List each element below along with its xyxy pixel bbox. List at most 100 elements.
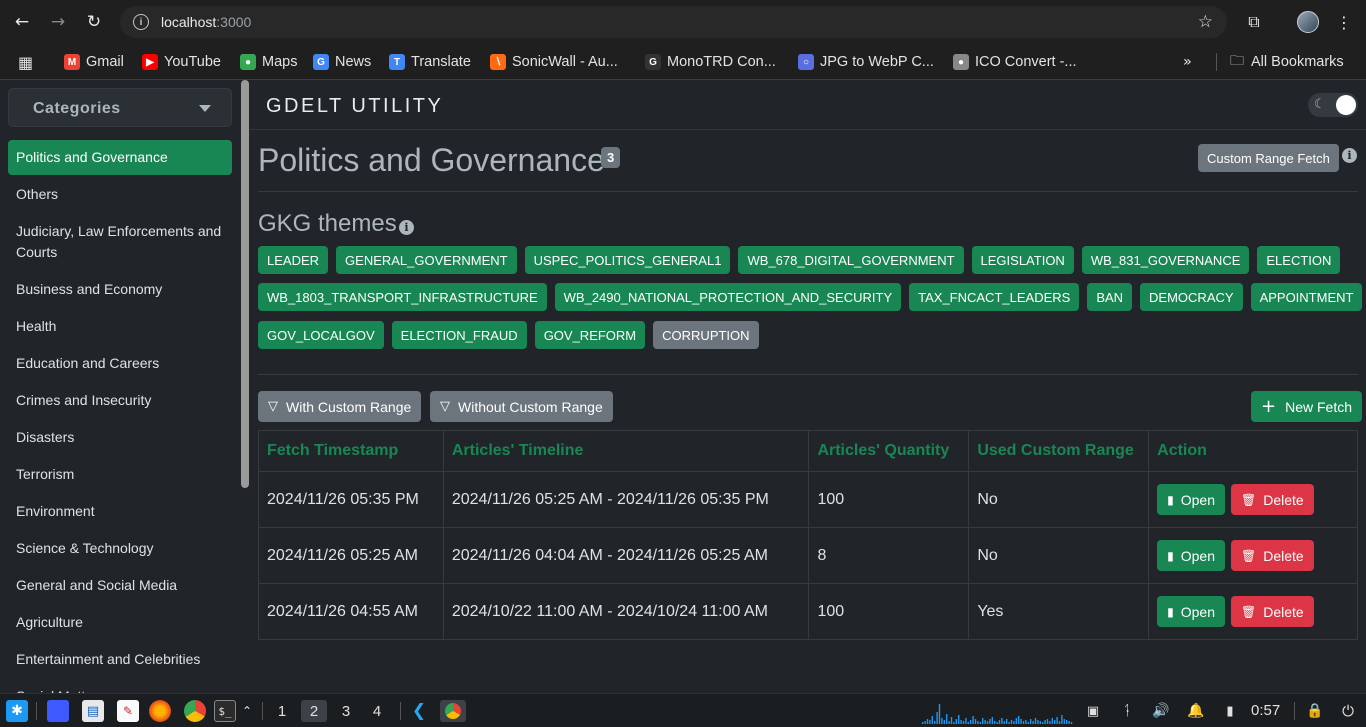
theme-badge[interactable]: TAX_FNCACT_LEADERS bbox=[909, 283, 1080, 311]
bookmark-jpg-webp[interactable]: ○ JPG to WebP C... bbox=[798, 50, 934, 74]
sidebar-item-judiciary-law-enforcements-and-courts[interactable]: Judiciary, Law Enforcements and Courts bbox=[8, 214, 232, 270]
chrome-active-window[interactable] bbox=[440, 700, 466, 722]
theme-badge[interactable]: WB_831_GOVERNANCE bbox=[1081, 246, 1250, 274]
custom-range-fetch-button[interactable]: Custom Range Fetch bbox=[1198, 144, 1339, 172]
lock-icon[interactable]: 🔒 bbox=[1305, 700, 1325, 722]
theme-badge[interactable]: LEGISLATION bbox=[971, 246, 1074, 274]
sidebar-item-education-and-careers[interactable]: Education and Careers bbox=[8, 346, 232, 381]
vscode-icon[interactable]: ❮ bbox=[408, 700, 430, 722]
battery-icon[interactable]: ▮ bbox=[1220, 700, 1240, 722]
theme-badge[interactable]: APPOINTMENT bbox=[1250, 283, 1363, 311]
bookmark-star-icon[interactable]: ☆ bbox=[1198, 12, 1213, 32]
all-bookmarks-folder[interactable]: 🗀 All Bookmarks bbox=[1230, 50, 1344, 74]
sidebar-item-others[interactable]: Others bbox=[8, 177, 232, 212]
theme-badge[interactable]: ELECTION bbox=[1257, 246, 1341, 274]
sidebar-item-politics-and-governance[interactable]: Politics and Governance bbox=[8, 140, 232, 175]
theme-badge[interactable]: ELECTION_FRAUD bbox=[391, 321, 527, 349]
theme-badge[interactable]: CORRUPTION bbox=[653, 321, 759, 349]
theme-badge[interactable]: GOV_LOCALGOV bbox=[258, 321, 384, 349]
bookmark-monotrd[interactable]: G MonoTRD Con... bbox=[645, 50, 776, 74]
delete-button[interactable]: 🗑 Delete bbox=[1231, 540, 1314, 571]
clock[interactable]: 0:57 bbox=[1251, 702, 1280, 719]
file-icon: ▮ bbox=[1167, 492, 1174, 507]
desktop-icon[interactable] bbox=[47, 700, 69, 722]
delete-button[interactable]: 🗑 Delete bbox=[1231, 484, 1314, 515]
delete-button[interactable]: 🗑 Delete bbox=[1231, 596, 1314, 627]
bookmark-translate[interactable]: T Translate bbox=[389, 50, 471, 74]
sidebar-item-social-matters[interactable]: Social Matters bbox=[8, 679, 232, 693]
apps-grid-icon[interactable]: ▦ bbox=[18, 50, 33, 74]
action-cell: ▮ Open 🗑 Delete bbox=[1148, 583, 1358, 640]
sidebar-item-agriculture[interactable]: Agriculture bbox=[8, 605, 232, 640]
open-button[interactable]: ▮ Open bbox=[1157, 540, 1225, 571]
theme-toggle[interactable]: ☾ bbox=[1308, 93, 1358, 117]
with-custom-range-filter-button[interactable]: ▽ With Custom Range bbox=[258, 391, 422, 422]
clipboard-icon[interactable]: ▣ bbox=[1083, 700, 1103, 722]
categories-dropdown[interactable]: Categories bbox=[8, 88, 232, 127]
open-button[interactable]: ▮ Open bbox=[1157, 484, 1225, 515]
profile-avatar[interactable] bbox=[1297, 11, 1319, 33]
bookmark-youtube[interactable]: ▶ YouTube bbox=[142, 50, 221, 74]
terminal-icon[interactable]: $_ bbox=[214, 700, 236, 722]
sidebar-item-health[interactable]: Health bbox=[8, 309, 232, 344]
theme-badge[interactable]: BAN bbox=[1087, 283, 1133, 311]
sidebar-item-environment[interactable]: Environment bbox=[8, 494, 232, 529]
site-info-icon[interactable]: i bbox=[133, 14, 149, 30]
open-button[interactable]: ▮ Open bbox=[1157, 596, 1225, 627]
sidebar-item-entertainment-and-celebrities[interactable]: Entertainment and Celebrities bbox=[8, 642, 232, 677]
chevron-up-icon[interactable]: ⌃ bbox=[240, 700, 254, 722]
without-custom-range-filter-button[interactable]: ▽ Without Custom Range bbox=[430, 391, 613, 422]
sidebar-item-crimes-and-insecurity[interactable]: Crimes and Insecurity bbox=[8, 383, 232, 418]
workspace-2[interactable]: 2 bbox=[301, 700, 327, 722]
theme-badge[interactable]: DEMOCRACY bbox=[1140, 283, 1243, 311]
volume-icon[interactable]: 🔊 bbox=[1151, 700, 1171, 722]
gkg-info-icon[interactable]: i bbox=[399, 220, 414, 235]
theme-badge[interactable]: USPEC_POLITICS_GENERAL1 bbox=[524, 246, 731, 274]
bluetooth-icon[interactable]: ᛑ bbox=[1117, 700, 1137, 722]
address-bar[interactable]: i localhost:3000 ☆ bbox=[120, 6, 1227, 38]
sidebar-item-disasters[interactable]: Disasters bbox=[8, 420, 232, 455]
reload-icon[interactable]: ↻ bbox=[82, 10, 106, 34]
menu-kebab-icon[interactable]: ⋮ bbox=[1333, 11, 1355, 33]
bookmark-maps[interactable]: ● Maps bbox=[240, 50, 297, 74]
notifications-bell-icon[interactable]: 🔔 bbox=[1186, 700, 1206, 722]
bookmark-news[interactable]: G News bbox=[313, 50, 371, 74]
plus-icon: + bbox=[1261, 395, 1277, 417]
url-text[interactable]: localhost:3000 bbox=[161, 14, 251, 30]
bookmarks-bar: ▦ M Gmail ▶ YouTube ● Maps G News T Translate ∖ Son… bbox=[0, 44, 1366, 80]
chrome-icon[interactable] bbox=[184, 700, 206, 722]
theme-badge[interactable]: LEADER bbox=[258, 246, 329, 274]
text-editor-icon[interactable]: ✎ bbox=[117, 700, 139, 722]
back-arrow-icon[interactable]: ← bbox=[10, 10, 34, 34]
workspace-4[interactable]: 4 bbox=[364, 700, 390, 722]
categories-sidebar: Categories Politics and Governance Others… bbox=[0, 80, 250, 693]
bookmark-gmail[interactable]: M Gmail bbox=[64, 50, 124, 74]
power-icon[interactable]: ⏻ bbox=[1338, 700, 1358, 722]
workspace-1[interactable]: 1 bbox=[269, 700, 295, 722]
bookmark-sonicwall[interactable]: ∖ SonicWall - Au... bbox=[490, 50, 618, 74]
bookmark-ico-convert[interactable]: ● ICO Convert -... bbox=[953, 50, 1077, 74]
table-cell: 100 bbox=[808, 583, 970, 640]
table-header-row: Fetch Timestamp Articles' Timeline Article… bbox=[258, 430, 1358, 472]
firefox-icon[interactable] bbox=[149, 700, 171, 722]
workspace-3[interactable]: 3 bbox=[333, 700, 359, 722]
sidebar-item-business-and-economy[interactable]: Business and Economy bbox=[8, 272, 232, 307]
sidebar-item-general-and-social-media[interactable]: General and Social Media bbox=[8, 568, 232, 603]
extensions-icon[interactable]: ⧉ bbox=[1243, 11, 1265, 33]
sidebar-item-science-technology[interactable]: Science & Technology bbox=[8, 531, 232, 566]
sidebar-item-terrorism[interactable]: Terrorism bbox=[8, 457, 232, 492]
theme-badge[interactable]: WB_1803_TRANSPORT_INFRASTRUCTURE bbox=[258, 283, 547, 311]
app-launcher-icon[interactable]: ✱ bbox=[6, 700, 28, 722]
category-list: Politics and Governance Others Judiciary, … bbox=[8, 140, 232, 693]
theme-badge[interactable]: WB_2490_NATIONAL_PROTECTION_AND_SECURITY bbox=[554, 283, 902, 311]
page-title: Politics and Governance bbox=[258, 142, 605, 178]
forward-arrow-icon[interactable]: → bbox=[46, 10, 70, 34]
theme-badge[interactable]: GENERAL_GOVERNMENT bbox=[336, 246, 517, 274]
info-icon[interactable]: i bbox=[1342, 148, 1357, 163]
new-fetch-button[interactable]: + New Fetch bbox=[1251, 391, 1363, 422]
theme-badge[interactable]: GOV_REFORM bbox=[534, 321, 646, 349]
theme-badge[interactable]: WB_678_DIGITAL_GOVERNMENT bbox=[738, 246, 964, 274]
more-bookmarks-chevron-icon[interactable]: » bbox=[1183, 50, 1192, 74]
sidebar-scrollbar[interactable] bbox=[241, 80, 249, 488]
file-manager-icon[interactable]: ▤ bbox=[82, 700, 104, 722]
